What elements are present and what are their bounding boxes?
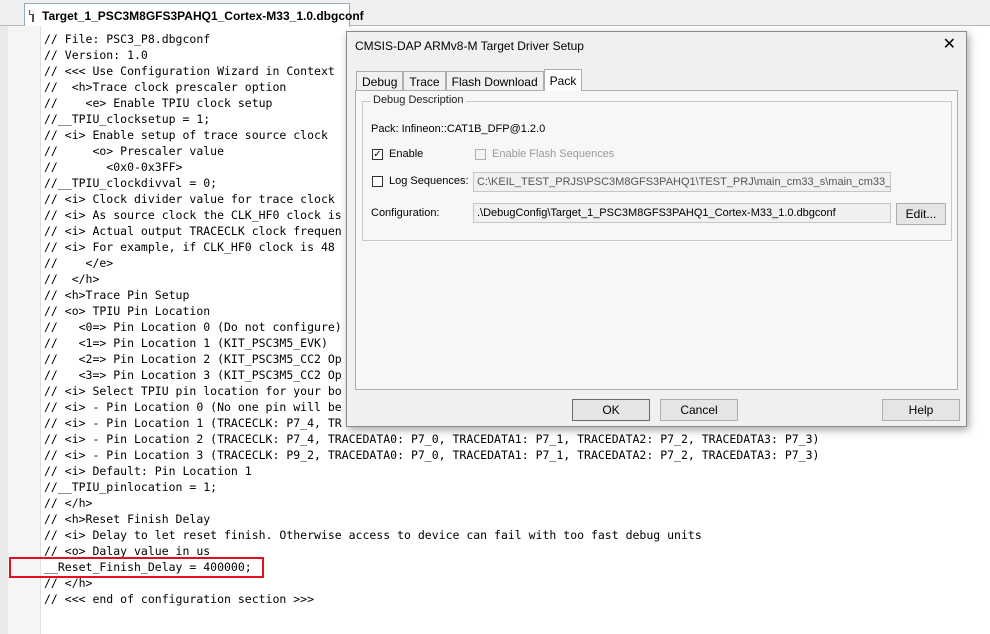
enable-flash-sequences-checkbox <box>475 149 486 160</box>
ok-button[interactable]: OK <box>572 399 650 421</box>
code-line: // <h>Reset Finish Delay <box>44 512 211 526</box>
highlight-annotation <box>9 557 264 578</box>
configuration-label: Configuration: <box>371 207 440 219</box>
help-button[interactable]: Help <box>882 399 960 421</box>
editor-gutter <box>0 26 8 634</box>
log-sequences-label: Log Sequences: <box>389 175 469 187</box>
close-icon[interactable]: ✕ <box>943 37 956 53</box>
editor-margin <box>8 26 41 634</box>
tab-flash-download[interactable]: Flash Download <box>445 71 544 91</box>
edit-button[interactable]: Edit... <box>896 203 946 225</box>
editor-tab-bar: Target_1_PSC3M8GFS3PAHQ1_Cortex-M33_1.0.… <box>0 0 990 27</box>
cancel-button[interactable]: Cancel <box>660 399 738 421</box>
tab-pack[interactable]: Pack <box>543 69 583 91</box>
tab-debug[interactable]: Debug <box>356 71 404 91</box>
tab-trace[interactable]: Trace <box>403 71 446 91</box>
target-driver-setup-dialog: CMSIS-DAP ARMv8-M Target Driver Setup ✕ … <box>346 31 967 427</box>
document-icon <box>29 9 34 22</box>
log-sequences-checkbox[interactable] <box>372 176 383 187</box>
file-tab[interactable]: Target_1_PSC3M8GFS3PAHQ1_Cortex-M33_1.0.… <box>24 3 364 27</box>
code-line: // <i> - Pin Location 3 (TRACECLK: P9_2,… <box>44 448 820 462</box>
code-line: //__TPIU_pinlocation = 1; <box>44 480 218 494</box>
group-title: Debug Description <box>371 94 466 106</box>
pack-info: Pack: Infineon::CAT1B_DFP@1.2.0 <box>371 123 546 135</box>
enable-checkbox[interactable]: ✓ <box>372 149 383 160</box>
code-line: // <i> Delay to let reset finish. Otherw… <box>44 528 702 542</box>
log-path-field: C:\KEIL_TEST_PRJS\PSC3M8GFS3PAHQ1\TEST_P… <box>473 172 891 192</box>
pack-tab-panel: Debug Description Pack: Infineon::CAT1B_… <box>355 90 958 390</box>
enable-flash-sequences-label: Enable Flash Sequences <box>492 148 615 160</box>
code-line: // <<< end of configuration section >>> <box>44 592 315 606</box>
enable-label: Enable <box>389 148 424 160</box>
dialog-title: CMSIS-DAP ARMv8-M Target Driver Setup <box>355 39 584 53</box>
configuration-path-field: .\DebugConfig\Target_1_PSC3M8GFS3PAHQ1_C… <box>473 203 891 223</box>
file-tab-label: Target_1_PSC3M8GFS3PAHQ1_Cortex-M33_1.0.… <box>42 8 364 23</box>
code-line: // <i> Default: Pin Location 1 <box>44 464 252 478</box>
code-line: // <i> - Pin Location 2 (TRACECLK: P7_4,… <box>44 432 820 446</box>
debug-description-group: Debug Description Pack: Infineon::CAT1B_… <box>362 94 952 241</box>
code-line: // </h> <box>44 496 93 510</box>
dialog-tabs: Debug Trace Flash Download Pack <box>356 69 583 91</box>
